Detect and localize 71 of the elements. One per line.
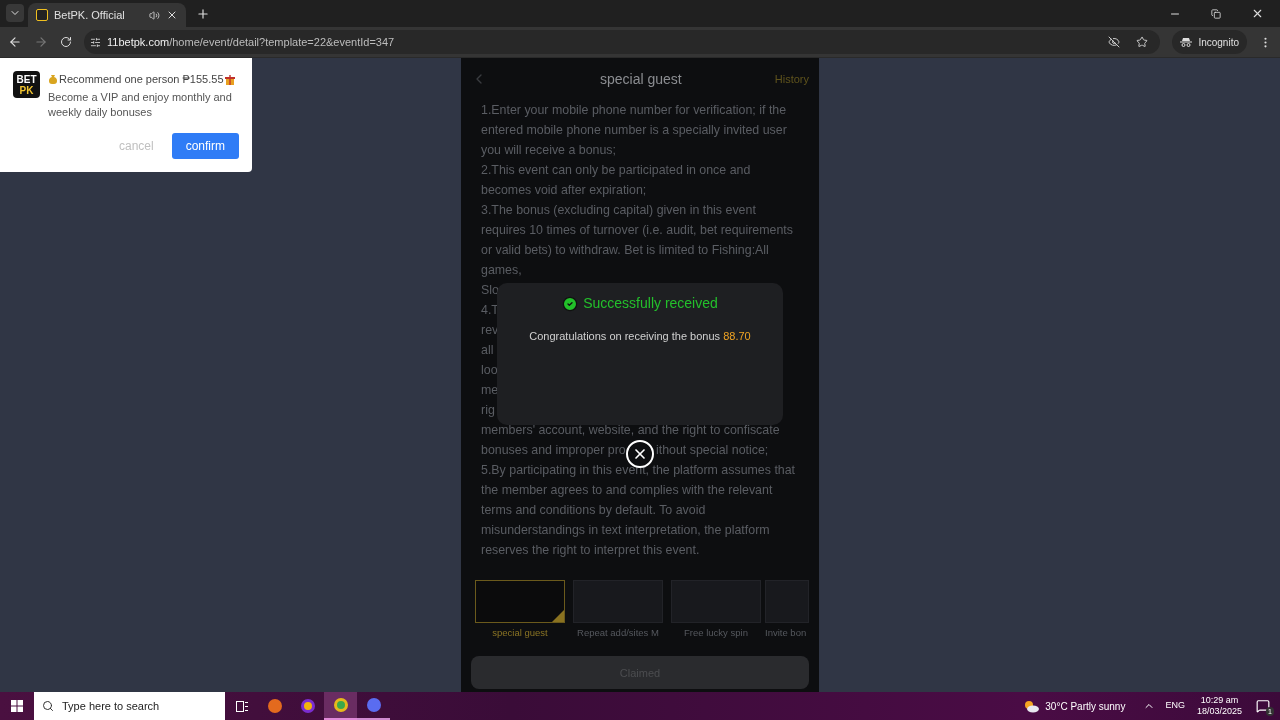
rule-line: 5.By participating in this event, the platform assumes that bbox=[481, 462, 796, 479]
weather-text[interactable]: 30°C Partly sunny bbox=[1045, 698, 1126, 714]
event-label[interactable]: Repeat add/sites M bbox=[577, 626, 659, 641]
event-label[interactable]: Free lucky spin bbox=[684, 626, 748, 641]
confirm-button[interactable]: confirm bbox=[171, 132, 239, 159]
rule-line: you will receive a bonus; bbox=[481, 142, 616, 159]
success-check-icon bbox=[562, 295, 579, 312]
close-window-icon[interactable] bbox=[1251, 7, 1264, 20]
rule-line: ithout special notice; bbox=[656, 442, 769, 459]
gift-icon bbox=[224, 73, 235, 85]
event-card[interactable] bbox=[475, 580, 565, 623]
notifications-icon[interactable] bbox=[1256, 699, 1270, 713]
rule-line: reserves the right to interpret this event. bbox=[481, 542, 700, 559]
back-icon[interactable] bbox=[8, 35, 22, 49]
tab-list-icon[interactable] bbox=[6, 3, 24, 22]
dialog-message: Congratulations on receiving the bonus 88.70 bbox=[529, 329, 751, 344]
new-tab-icon[interactable] bbox=[196, 7, 210, 21]
incognito-icon bbox=[1180, 37, 1193, 47]
url-text: 11betpk.com/home/event/detail?template=22&eventId=347 bbox=[107, 34, 395, 50]
rule-line: Slo bbox=[481, 282, 499, 299]
rule-line: or valid bets) to withdraw. Bet is limited to Fishing:All bbox=[481, 242, 769, 259]
rule-line: misunderstandings in text interpretation, the platform bbox=[481, 522, 770, 539]
browser-tab[interactable]: BetPK. Official bbox=[28, 3, 186, 27]
event-label[interactable]: special guest bbox=[492, 626, 548, 641]
rule-line: 2.This event can only be participated in once and bbox=[481, 162, 751, 179]
rule-line: 4.T bbox=[481, 302, 499, 319]
money-bag-icon bbox=[48, 73, 58, 85]
reload-icon[interactable] bbox=[60, 36, 72, 48]
rule-line: bonuses and improper pro bbox=[481, 442, 626, 459]
app-logo: BET PK bbox=[13, 71, 40, 98]
restore-icon[interactable] bbox=[1211, 8, 1221, 19]
dialog-title: Successfully received bbox=[583, 294, 718, 313]
rule-line: rig bbox=[481, 402, 495, 419]
rule-line: loo bbox=[481, 362, 498, 379]
weather-icon[interactable] bbox=[1023, 699, 1040, 713]
taskbar-search-field[interactable]: Type here to search bbox=[34, 692, 225, 720]
rule-line: the member agrees to and complies with the relevant bbox=[481, 482, 773, 499]
close-icon bbox=[632, 446, 648, 462]
speaker-icon[interactable] bbox=[149, 9, 160, 21]
language-indicator[interactable]: ENG bbox=[1165, 699, 1185, 713]
site-favicon-icon bbox=[36, 9, 48, 21]
rule-line: games, bbox=[481, 262, 522, 279]
incognito-chip[interactable]: Incognito bbox=[1172, 30, 1247, 54]
search-placeholder: Type here to search bbox=[62, 698, 160, 714]
rule-line: rev bbox=[481, 322, 499, 339]
history-link[interactable]: History bbox=[774, 70, 809, 88]
rule-line: all bbox=[481, 342, 494, 359]
rule-line: 3.The bonus (excluding capital) given in this event bbox=[481, 202, 756, 219]
search-icon bbox=[42, 700, 54, 712]
tab-title: BetPK. Official bbox=[54, 7, 126, 23]
eye-off-icon[interactable] bbox=[1108, 36, 1121, 48]
rule-line: requires 10 times of turnover (i.e. audit, bet requirements bbox=[481, 222, 793, 239]
windows-start-icon[interactable] bbox=[11, 700, 23, 712]
forward-icon[interactable] bbox=[34, 35, 48, 49]
close-tab-icon[interactable] bbox=[166, 9, 178, 21]
rule-line: becomes void after expiration; bbox=[481, 182, 647, 199]
rule-line: members' account, website, and the right to confiscate bbox=[481, 422, 780, 439]
event-label[interactable]: Invite bon bbox=[765, 626, 807, 641]
notification-body: Become a VIP and enjoy monthly and weekly daily bonuses bbox=[48, 89, 233, 120]
rule-line: 1.Enter your mobile phone number for verification; if the bbox=[481, 102, 787, 119]
address-bar[interactable]: 11betpk.com/home/event/detail?template=22&eventId=347 bbox=[84, 30, 1161, 54]
site-settings-icon[interactable] bbox=[90, 36, 101, 48]
corner-check-icon bbox=[552, 610, 564, 622]
bookmark-star-icon[interactable] bbox=[1136, 36, 1149, 48]
close-dialog-button[interactable] bbox=[626, 440, 654, 468]
rule-line: me bbox=[481, 382, 499, 399]
notification-title: Recommend one person ₱155.55 bbox=[59, 72, 224, 87]
page-title: special guest bbox=[599, 69, 683, 89]
rule-line: entered mobile phone number is a specially invited user bbox=[481, 122, 787, 139]
clock[interactable]: 10:29 am 18/03/2025 bbox=[1196, 695, 1242, 717]
rule-line: terms and conditions by default. To avoid bbox=[481, 502, 706, 519]
